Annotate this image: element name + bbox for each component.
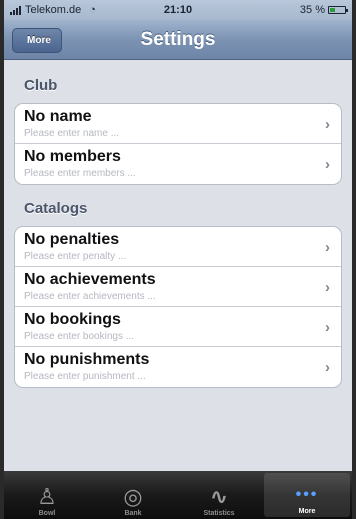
chevron-right-icon: ›	[325, 279, 330, 296]
signal-strength-icon	[10, 5, 21, 15]
row-subtitle: Please enter penalty ...	[24, 251, 127, 262]
tab-statistics[interactable]: ∿ Statistics	[176, 471, 262, 519]
row-subtitle: Please enter bookings ...	[24, 331, 135, 342]
wifi-icon: ◔	[89, 4, 96, 16]
more-back-button[interactable]: More	[12, 28, 62, 53]
chevron-right-icon: ›	[325, 239, 330, 256]
row-title: No bookings	[24, 311, 121, 328]
row-title: No members	[24, 148, 121, 165]
row-title: No name	[24, 108, 92, 125]
row-title: No punishments	[24, 351, 150, 368]
row-subtitle: Please enter name ...	[24, 128, 120, 139]
battery-percent: 35 %	[299, 4, 325, 16]
row-penalties[interactable]: No penalties Please enter penalty ... ›	[15, 227, 341, 267]
coins-icon: ◎	[123, 484, 143, 509]
row-achievements[interactable]: No achievements Please enter achievement…	[15, 267, 341, 307]
tab-label: Statistics	[203, 510, 235, 517]
page-title: Settings	[140, 28, 216, 50]
section-header-club: Club	[24, 77, 58, 94]
chevron-right-icon: ›	[325, 359, 330, 376]
settings-content: Club No name Please enter name ... › No …	[4, 60, 352, 388]
tab-bank[interactable]: ◎ Bank	[90, 471, 176, 519]
tab-label: Bowl	[38, 510, 56, 517]
row-bookings[interactable]: No bookings Please enter bookings ... ›	[15, 307, 341, 347]
tab-label: Bank	[124, 510, 142, 517]
row-members[interactable]: No members Please enter members ... ›	[15, 144, 341, 184]
status-bar: Telekom.de ◔ 21:10 35 %	[4, 0, 352, 20]
row-title: No achievements	[24, 271, 156, 288]
bowling-pins-icon: ♙	[37, 484, 57, 509]
battery-icon	[328, 6, 348, 14]
row-subtitle: Please enter achievements ...	[24, 291, 156, 302]
chevron-right-icon: ›	[325, 319, 330, 336]
row-title: No penalties	[24, 231, 120, 248]
club-group: No name Please enter name ... › No membe…	[14, 103, 342, 185]
status-right: 35 %	[299, 4, 348, 16]
tab-label: More	[298, 508, 316, 515]
tab-more[interactable]: ••• More	[264, 473, 350, 517]
carrier-label: Telekom.de	[25, 4, 82, 16]
row-punishments[interactable]: No punishments Please enter punishment .…	[15, 347, 341, 387]
chevron-right-icon: ›	[325, 116, 330, 133]
row-subtitle: Please enter members ...	[24, 168, 136, 179]
status-left: Telekom.de ◔	[10, 4, 96, 16]
chevron-right-icon: ›	[325, 156, 330, 173]
section-header-catalogs: Catalogs	[24, 200, 88, 217]
settings-screen: Telekom.de ◔ 21:10 35 % More Settings Cl…	[4, 0, 352, 519]
more-dots-icon: •••	[295, 486, 319, 503]
row-name[interactable]: No name Please enter name ... ›	[15, 104, 341, 144]
row-subtitle: Please enter punishment ...	[24, 371, 146, 382]
line-chart-icon: ∿	[209, 484, 229, 509]
tab-bowl[interactable]: ♙ Bowl	[4, 471, 90, 519]
catalogs-group: No penalties Please enter penalty ... › …	[14, 226, 342, 388]
navigation-bar: More Settings	[4, 20, 352, 60]
tab-bar: ♙ Bowl ◎ Bank ∿ Statistics ••• More	[4, 471, 352, 519]
